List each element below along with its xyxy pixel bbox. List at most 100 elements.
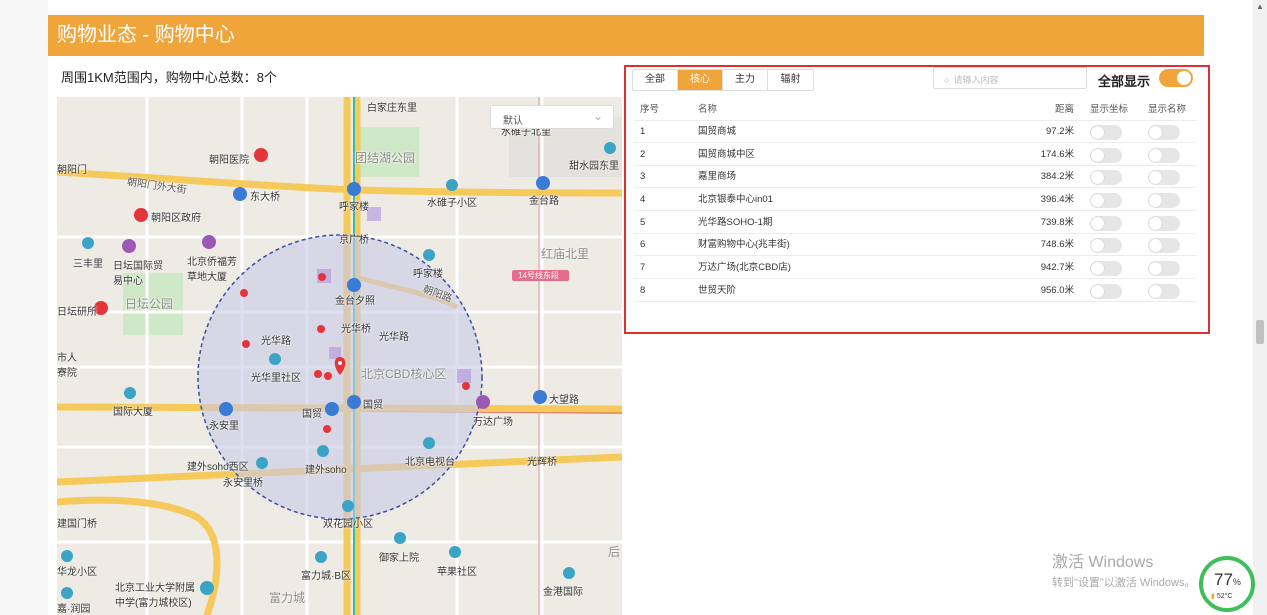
row-index: 2	[640, 149, 646, 160]
map-label: 团结湖公园	[355, 151, 416, 165]
map-label: 国际大厦	[113, 407, 153, 418]
summary-text: 周围1KM范围内，购物中心总数：8个	[61, 70, 277, 85]
map-label: 金台夕照	[335, 296, 375, 307]
row-name: 万达广场(北京CBD店)	[698, 262, 791, 273]
page-scrollbar[interactable]: ▲	[1253, 0, 1267, 615]
table-row: 2 国贸商城中区 174.6米	[634, 144, 1196, 166]
map-label: 北京电视台	[405, 457, 455, 468]
row-distance: 739.8米	[1040, 217, 1074, 228]
map-label: 金港国际	[543, 587, 583, 598]
show-name-toggle[interactable]	[1148, 193, 1180, 208]
col-header-distance: 距离	[1054, 104, 1074, 115]
table-row: 6 财富购物中心(兆丰街) 748.6米	[634, 234, 1196, 256]
scroll-thumb[interactable]	[1256, 320, 1264, 344]
mall-marker	[324, 372, 332, 380]
map-label: 嘉·润园	[57, 604, 91, 615]
map-label: 光华路	[379, 332, 409, 343]
scroll-up-icon[interactable]: ▲	[1256, 2, 1264, 11]
show-name-toggle[interactable]	[1148, 148, 1180, 163]
map-label: 光华桥	[341, 324, 371, 335]
windows-activation-watermark: 激活 Windows 转到"设置"以激活 Windows。	[1052, 548, 1196, 590]
row-distance: 384.2米	[1040, 171, 1074, 182]
map-label: 华龙小区	[57, 567, 97, 578]
tab-radiate[interactable]: 辐射	[768, 70, 813, 90]
row-name: 国贸商城中区	[698, 149, 756, 160]
search-input[interactable]: ○ 请输入内容	[933, 67, 1087, 89]
show-coord-toggle[interactable]	[1090, 261, 1122, 276]
show-name-toggle[interactable]	[1148, 125, 1180, 140]
col-header-idx: 序号	[640, 104, 660, 115]
row-index: 8	[640, 285, 646, 296]
gauge-temperature: ▮ 52°C	[1211, 593, 1233, 600]
map-label: 北京工业大学附属中学(富力城校区)	[115, 583, 195, 609]
map-label: 日坛公园	[125, 297, 174, 311]
map-label: 御家上院	[379, 553, 419, 564]
tab-core[interactable]: 核心	[678, 70, 723, 90]
mall-marker	[462, 382, 470, 390]
map-label: 京广桥	[339, 235, 369, 246]
table-row: 8 世贸天阶 956.0米	[634, 280, 1196, 302]
map-label: 东大桥	[250, 192, 280, 203]
map-label: 建外soho西区	[187, 462, 249, 473]
map-label: 朝阳医院	[209, 155, 249, 166]
mall-list-panel: 全部 核心 主力 辐射 ○ 请输入内容 全部显示 序号 名称 距离 显示坐标 显示…	[624, 65, 1210, 334]
row-index: 6	[640, 239, 646, 250]
search-placeholder: 请输入内容	[953, 75, 999, 85]
mall-icon	[202, 235, 216, 249]
mall-marker	[240, 289, 248, 297]
map-label: 北京侨福芳草地大厦	[187, 257, 237, 283]
map-label: 永安里	[209, 421, 239, 432]
map-label: 白家庄东里	[367, 103, 417, 114]
row-index: 7	[640, 262, 646, 273]
show-coord-toggle[interactable]	[1090, 148, 1122, 163]
map-view[interactable]: 白家庄东里 水碓子北里 朝阳医院 团结湖公园 甜水园东里 朝阳门 朝阳门外大街 …	[57, 97, 622, 615]
row-name: 光华路SOHO-1期	[698, 217, 773, 228]
toggle-knob	[1177, 71, 1191, 85]
row-name: 北京银泰中心in01	[698, 194, 773, 205]
map-label: 北京CBD核心区	[361, 367, 447, 381]
map-label: 朝阳门	[57, 165, 87, 176]
performance-gauge[interactable]: 77% ▮ 52°C	[1199, 556, 1255, 612]
row-index: 4	[640, 194, 646, 205]
map-label: 金台路	[529, 196, 559, 207]
show-all-toggle[interactable]	[1159, 69, 1193, 87]
show-coord-toggle[interactable]	[1090, 216, 1122, 231]
left-gutter	[0, 0, 48, 615]
hospital-icon	[254, 148, 268, 162]
show-coord-toggle[interactable]	[1090, 193, 1122, 208]
show-name-toggle[interactable]	[1148, 284, 1180, 299]
show-name-toggle[interactable]	[1148, 216, 1180, 231]
map-label: 朝阳区政府	[151, 213, 201, 224]
map-label: 14号线东段	[518, 271, 559, 280]
row-distance: 174.6米	[1040, 149, 1074, 160]
row-index: 1	[640, 126, 646, 137]
table-header: 序号 名称 距离 显示坐标 显示名称	[634, 99, 1196, 121]
row-name: 国贸商城	[698, 126, 737, 137]
map-label: 三丰里	[73, 259, 103, 270]
school-icon	[200, 581, 214, 595]
show-name-toggle[interactable]	[1148, 170, 1180, 185]
tab-main[interactable]: 主力	[723, 70, 768, 90]
map-label: 日坛研所	[57, 307, 97, 318]
map-label: 市人寮院	[57, 353, 77, 379]
mall-marker	[323, 425, 331, 433]
map-label: 光华路	[261, 336, 291, 347]
tab-all[interactable]: 全部	[633, 70, 678, 90]
search-icon: ○	[944, 75, 950, 85]
mall-marker	[242, 340, 250, 348]
show-coord-toggle[interactable]	[1090, 125, 1122, 140]
map-label: 建外soho	[305, 465, 347, 476]
show-name-toggle[interactable]	[1148, 261, 1180, 276]
table-row: 5 光华路SOHO-1期 739.8米	[634, 212, 1196, 234]
map-style-select[interactable]: 默认 ⌄	[490, 105, 614, 129]
show-coord-toggle[interactable]	[1090, 238, 1122, 253]
show-coord-toggle[interactable]	[1090, 284, 1122, 299]
chevron-down-icon: ⌄	[592, 109, 603, 123]
map-label: 日坛国际贸易中心	[113, 261, 163, 287]
table-row: 7 万达广场(北京CBD店) 942.7米	[634, 257, 1196, 279]
table-row: 1 国贸商城 97.2米	[634, 121, 1196, 143]
government-icon	[134, 208, 148, 222]
show-coord-toggle[interactable]	[1090, 170, 1122, 185]
mall-marker	[318, 273, 326, 281]
show-name-toggle[interactable]	[1148, 238, 1180, 253]
